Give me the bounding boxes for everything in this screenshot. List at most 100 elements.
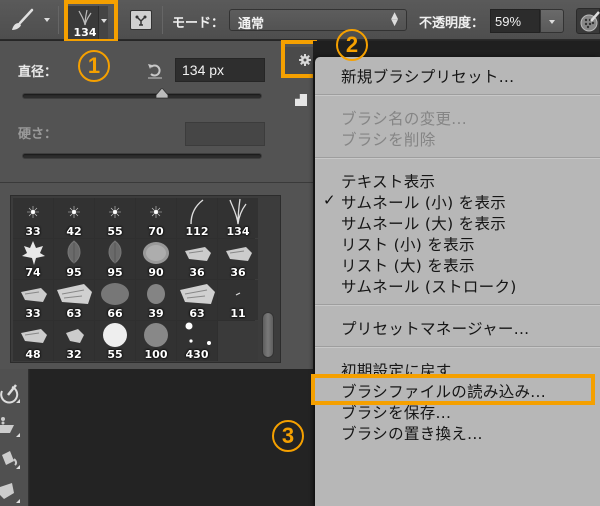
brush-tool-button[interactable] [6,6,50,34]
menu-item[interactable]: サムネール (大) を表示 [341,212,506,234]
menu-item-label: プリセットマネージャー... [341,320,530,338]
brush-preset-item[interactable]: 63 [177,280,217,320]
brush-panel-toggle-button[interactable] [130,10,152,30]
menu-item: ブラシ名の変更... [341,107,467,129]
divider [162,6,163,34]
menu-item: ブラシを削除 [341,128,436,150]
menu-item-label: 初期設定に戻す... [341,362,468,380]
brush-preset-item[interactable]: 36 [177,239,217,279]
brush-preset-item[interactable]: 95 [95,239,135,279]
menu-item-label: サムネール (大) を表示 [341,215,507,233]
opacity-input[interactable]: 59% [490,9,540,33]
hardness-label: 硬さ： [18,127,58,142]
brush-preset-item[interactable]: 90 [136,239,176,279]
menu-item-label: テキスト表示 [341,173,436,191]
document-canvas[interactable] [30,369,313,506]
diameter-input[interactable]: 134 px [175,58,265,82]
brush-preset-item[interactable]: 55 [95,198,135,238]
brush-preset-item[interactable]: 134 [218,198,258,238]
menu-item[interactable]: リスト (大) を表示 [341,254,475,276]
folder-brush-icon [135,15,147,26]
brush-preset-item[interactable]: 66 [95,280,135,320]
menu-item[interactable]: サムネール (ストローク) [341,275,517,297]
brush-preset-item[interactable]: 55 [95,321,135,361]
brush-preset-item[interactable]: 11 [218,280,258,320]
new-preset-icon[interactable] [295,94,307,106]
opacity-dropdown-button[interactable] [540,9,564,33]
tool-eraser[interactable] [0,415,22,439]
brush-size-label: 48 [25,348,41,361]
airbrush-toggle-button[interactable] [576,8,600,34]
menu-item[interactable]: 新規ブラシプリセット... [341,65,514,87]
tool-smudge[interactable] [0,479,22,503]
eraser-icon [0,417,20,437]
spatter-brush-icon [95,280,135,307]
brush-preset-item[interactable]: 430 [177,321,217,361]
menu-item[interactable]: 初期設定に戻す... [341,359,467,381]
brush-preset-item[interactable]: 32 [54,321,94,361]
brush-preset-item[interactable]: 112 [177,198,217,238]
gear-icon [299,54,311,66]
preset-grid: 33 42 55 70 112 134 74 95 95 90 36 36 33 63 66 39 63 11 48… [13,198,258,361]
menu-item[interactable]: ブラシファイルの読み込み... [341,380,546,402]
reset-icon[interactable] [146,61,164,79]
menu-item-label: リスト (小) を表示 [341,236,475,254]
diameter-slider[interactable] [22,88,262,99]
brush-preset-item[interactable]: 100 [136,321,176,361]
brush-preset-picker[interactable]: 134 [68,6,108,40]
blend-mode-select[interactable]: 通常 ▲ ▼ [229,9,407,32]
brush-size-label: 55 [107,225,123,238]
menu-item[interactable]: リスト (小) を表示 [341,233,475,255]
speckle-dense-brush-icon [136,239,176,266]
checkmark-icon: ✓ [323,191,336,209]
tool-history-brush[interactable] [0,383,22,407]
callout-2: 2 [336,29,368,61]
brush-preset-item[interactable]: 74 [13,239,53,279]
chalk-large-brush-icon [177,280,217,307]
brush-size-label: 74 [25,266,41,279]
opacity-label: 不透明度： [419,16,485,31]
brush-size-label: 36 [189,266,205,279]
brush-preset-item[interactable]: 36 [218,239,258,279]
diameter-label: 直径： [18,65,58,80]
mode-label: モード： [172,16,225,31]
brush-panel-flyout-menu: 新規ブラシプリセット... ブラシ名の変更... ブラシを削除 テキスト表示 ✓ サムネー… [315,57,600,506]
chalk-brush-icon [13,321,53,348]
dots-brush-icon [177,321,217,348]
tools-panel [0,369,29,506]
grid-scrollbar[interactable] [262,312,274,358]
brush-preset-item[interactable]: 42 [54,198,94,238]
menu-item[interactable]: プリセットマネージャー... [341,317,529,339]
brush-preset-item[interactable]: 48 [13,321,53,361]
brush-preset-item[interactable]: 70 [136,198,176,238]
brush-preset-item[interactable]: 33 [13,198,53,238]
history-brush-icon [0,384,20,404]
menu-item[interactable]: テキスト表示 [341,170,435,192]
menu-item-label: ブラシを保存... [341,404,452,422]
maple-leaf-brush-icon [13,239,53,266]
brush-size-label: 63 [189,307,205,320]
brush-preset-grid: 33 42 55 70 112 134 74 95 95 90 36 36 33 63 66 39 63 11 48… [10,195,281,363]
brush-size-label: 11 [230,307,246,320]
airbrush-icon [580,11,600,32]
brush-size-label: 70 [148,225,164,238]
menu-item[interactable]: ブラシを保存... [341,401,451,423]
brush-size-label: 33 [25,307,41,320]
soft-star-brush-icon [95,198,135,225]
menu-item[interactable]: ✓ サムネール (小) を表示 [323,191,506,213]
brush-preset-item[interactable]: 33 [13,280,53,320]
brush-preset-item[interactable]: 39 [136,280,176,320]
slider-thumb[interactable] [156,88,169,98]
menu-item[interactable]: ブラシの置き換え... [341,422,483,444]
menu-item-label: リスト (大) を表示 [341,257,475,275]
brush-preset-dropdown[interactable] [98,6,108,40]
brush-preset-item[interactable]: 95 [54,239,94,279]
brush-icon [12,8,34,30]
speckle-round-brush-icon [136,321,176,348]
menu-separator [315,157,600,159]
brush-preset-item[interactable]: 63 [54,280,94,320]
divider [58,6,59,34]
panel-settings-button[interactable] [284,47,313,77]
tool-paint-bucket[interactable] [0,447,22,471]
brush-size-label: 63 [66,307,82,320]
